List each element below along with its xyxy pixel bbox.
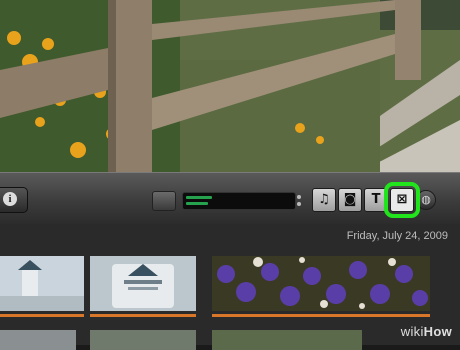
info-button[interactable]: i: [0, 187, 28, 213]
video-preview: [0, 0, 460, 172]
event-date-label: Friday, July 24, 2009: [346, 230, 448, 242]
clip-thumbnail[interactable]: [90, 256, 196, 317]
transition-tool-button[interactable]: ⊠: [384, 182, 420, 218]
watermark-how: How: [423, 324, 452, 339]
camera-icon: ◙: [343, 192, 357, 207]
info-icon: i: [3, 192, 17, 206]
music-tool-button[interactable]: ♫: [312, 188, 336, 212]
sign-thumbnail: [90, 256, 196, 311]
clip-thumbnail[interactable]: [0, 256, 84, 317]
lighthouse-thumbnail: [0, 256, 84, 311]
clip-thumbnail[interactable]: [212, 256, 430, 317]
audio-level-bar-left: [186, 196, 212, 199]
text-icon: T: [371, 192, 381, 207]
photo-tool-button[interactable]: ◙: [338, 188, 362, 212]
clip-thumbnail[interactable]: [0, 330, 76, 350]
clip-thumbnail[interactable]: [90, 330, 196, 350]
petunias-thumbnail: [212, 256, 430, 311]
globe-icon: ◍: [421, 193, 431, 206]
swap-view-button[interactable]: [152, 191, 176, 211]
peak-indicator-left: [297, 195, 301, 199]
watermark-wiki: wiki: [400, 324, 424, 339]
wikihow-watermark: wikiHow: [401, 324, 452, 339]
clip-thumbnail[interactable]: [212, 330, 362, 350]
editing-tools-group: ♫ ◙ T ⊠ ◍: [312, 182, 438, 218]
audio-level-bar-right: [186, 202, 208, 205]
map-tool-button[interactable]: ◍: [416, 190, 436, 210]
transition-icon: ⊠: [396, 192, 408, 207]
garden-fence-scene: [0, 0, 460, 172]
music-note-icon: ♫: [318, 192, 330, 207]
peak-indicator-right: [297, 202, 301, 206]
audio-level-meter: [182, 192, 301, 210]
title-tool-button[interactable]: T: [364, 188, 388, 212]
